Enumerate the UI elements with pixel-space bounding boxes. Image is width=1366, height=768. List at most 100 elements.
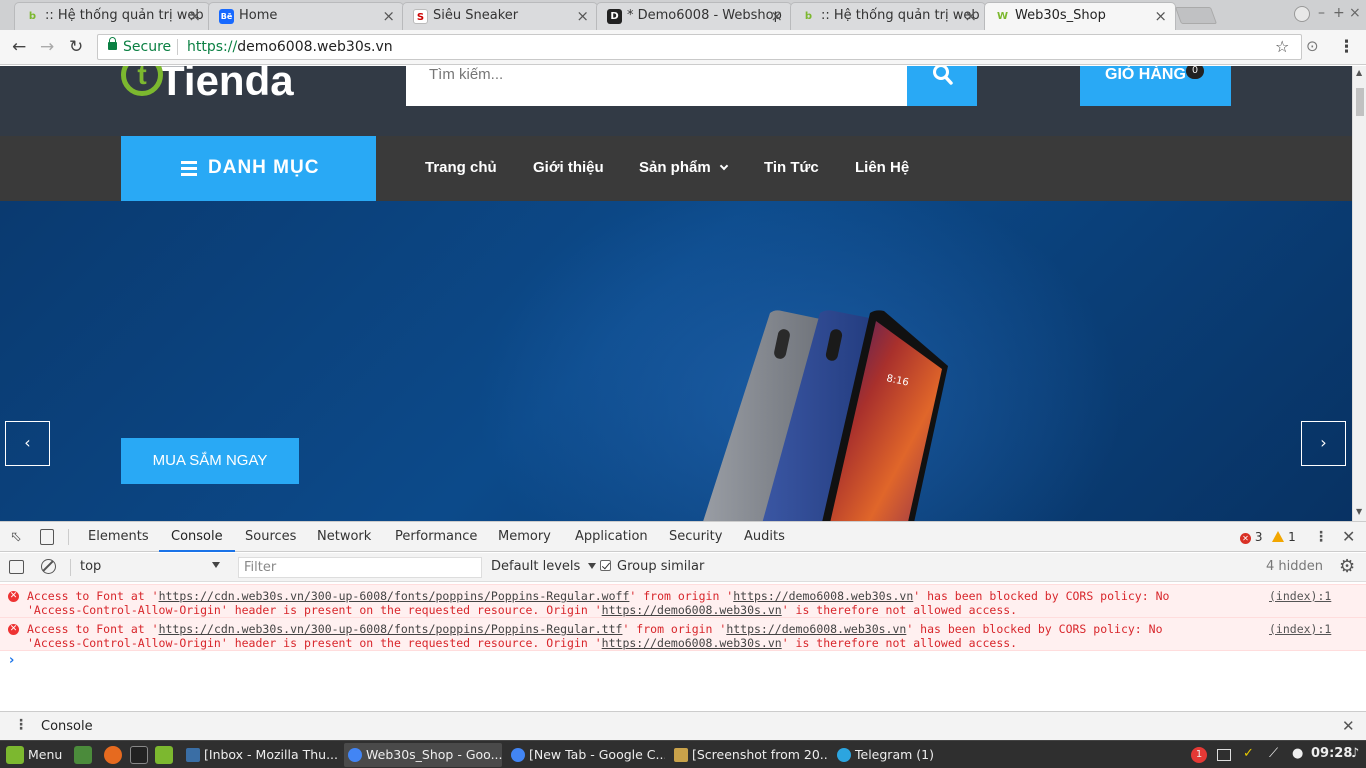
taskbar-window[interactable]: [Screenshot from 20... (670, 743, 828, 767)
tab-close-icon[interactable]: × (576, 3, 589, 29)
search-button[interactable] (907, 66, 977, 106)
tab-close-icon[interactable]: × (1154, 3, 1167, 29)
group-similar-checkbox[interactable] (600, 560, 611, 571)
log-levels-dropdown[interactable]: Default levels (491, 559, 597, 574)
error-icon: ✕ (8, 624, 19, 635)
device-toolbar-icon[interactable] (40, 529, 54, 545)
msg-text: 'Access-Control-Allow-Origin' header is … (27, 636, 602, 650)
tab-sources[interactable]: Sources (233, 522, 308, 552)
browser-tab[interactable]: Bē Home × (208, 2, 404, 30)
tab-console[interactable]: Console (159, 522, 235, 552)
back-icon[interactable]: ← (12, 37, 26, 57)
reload-icon[interactable]: ↻ (69, 37, 83, 57)
taskbar-window-active[interactable]: Web30s_Shop - Goo... (344, 743, 502, 767)
maximize-icon[interactable]: + (1333, 5, 1345, 21)
new-tab-button[interactable] (1174, 7, 1218, 24)
msg-link-font-url[interactable]: https://cdn.web30s.vn/300-up-6008/fonts/… (159, 622, 623, 636)
tab-title: :: Hệ thống quản trị web (821, 8, 980, 23)
notification-badge[interactable]: 1 (1191, 747, 1207, 763)
bookmark-star-icon[interactable]: ☆ (1275, 35, 1289, 59)
clear-console-icon[interactable] (41, 559, 56, 574)
tab-close-icon[interactable]: × (382, 3, 395, 29)
profile-icon[interactable] (1294, 6, 1310, 22)
tab-close-icon[interactable]: × (770, 3, 783, 29)
nav-news[interactable]: Tin Tức (764, 159, 819, 176)
firefox-icon[interactable] (104, 746, 122, 764)
search-box[interactable]: Tìm kiếm... (406, 66, 907, 106)
context-selector[interactable]: top (80, 559, 101, 574)
site-logo[interactable]: t Tienda (121, 66, 294, 106)
keyboard-icon[interactable] (1217, 749, 1231, 761)
slider-next-button[interactable]: › (1301, 421, 1346, 466)
search-input[interactable]: Tìm kiếm... (429, 66, 503, 84)
console-settings-gear-icon[interactable]: ⚙ (1339, 556, 1355, 577)
taskbar-window[interactable]: Telegram (1) (833, 743, 991, 767)
taskbar-window[interactable]: [Inbox - Mozilla Thu... (182, 743, 340, 767)
thunderbird-icon (186, 748, 200, 762)
nav-home[interactable]: Trang chủ (425, 159, 497, 176)
error-icon: ✕ (1240, 533, 1251, 544)
devtools-menu-icon[interactable]: ⋮ (1314, 529, 1328, 545)
secure-label: Secure (123, 39, 172, 55)
slider-prev-button[interactable]: ‹ (5, 421, 50, 466)
tab-network[interactable]: Network (305, 522, 383, 552)
msg-link-font-url[interactable]: https://cdn.web30s.vn/300-up-6008/fonts/… (159, 589, 630, 603)
message-source-link[interactable]: (index):1 (1269, 622, 1331, 636)
tab-close-icon[interactable]: × (188, 3, 201, 29)
camera-icon[interactable]: ⊙ (1306, 37, 1319, 55)
taskbar-window[interactable]: [New Tab - Google C... (507, 743, 665, 767)
browser-tab[interactable]: b :: Hệ thống quản trị web × (14, 2, 210, 30)
nav-about[interactable]: Giới thiệu (533, 159, 604, 176)
address-bar[interactable]: Secure https://demo6008.web30s.vn ☆ (97, 34, 1302, 60)
clock[interactable]: 09:28 (1311, 746, 1352, 761)
files-icon[interactable] (155, 746, 173, 764)
devtools-close-icon[interactable]: ✕ (1342, 527, 1355, 546)
url-text[interactable]: https://demo6008.web30s.vn (187, 35, 393, 59)
msg-link-origin[interactable]: https://demo6008.web30s.vn (726, 622, 906, 636)
cart-button[interactable]: GIỎ HÀNG 0 (1080, 66, 1231, 106)
shop-now-button[interactable]: MUA SẮM NGAY (121, 438, 299, 484)
inspect-element-icon[interactable]: ⬁ (10, 529, 22, 545)
tab-audits[interactable]: Audits (732, 522, 797, 552)
show-sidebar-icon[interactable] (9, 560, 24, 574)
browser-tab[interactable]: b :: Hệ thống quản trị web × (790, 2, 986, 30)
drawer-close-icon[interactable]: ✕ (1342, 717, 1355, 735)
msg-link-origin[interactable]: https://demo6008.web30s.vn (733, 589, 913, 603)
group-similar-toggle[interactable]: Group similar (600, 559, 704, 574)
browser-tab[interactable]: D * Demo6008 - Webshop × (596, 2, 792, 30)
forward-icon[interactable]: → (40, 37, 54, 57)
msg-link-origin[interactable]: https://demo6008.web30s.vn (602, 636, 782, 650)
browser-menu-icon[interactable]: ⋮ (1338, 37, 1355, 57)
network-icon[interactable]: ⟋ (1269, 746, 1278, 761)
close-window-icon[interactable]: × (1349, 5, 1361, 21)
user-icon[interactable]: ● (1292, 746, 1303, 761)
page-scrollbar[interactable]: ▲ ▼ (1352, 66, 1366, 521)
tab-elements[interactable]: Elements (76, 522, 161, 552)
issue-counter[interactable]: ✕ 3 1 (1240, 530, 1296, 544)
console-prompt[interactable]: › (9, 653, 14, 668)
browser-tab[interactable]: S Siêu Sneaker × (402, 2, 598, 30)
update-manager-icon[interactable]: ✓ (1243, 746, 1254, 761)
console-filter-input[interactable]: Filter (238, 557, 482, 578)
category-menu-button[interactable]: DANH MỤC (121, 136, 376, 201)
scrollbar-thumb[interactable] (1356, 88, 1364, 116)
browser-tab-active[interactable]: W Web30s_Shop × (984, 2, 1176, 30)
sound-icon[interactable]: ♪ (1351, 746, 1359, 761)
nav-products[interactable]: Sản phẩm (639, 159, 728, 176)
tab-application[interactable]: Application (563, 522, 660, 552)
minimize-icon[interactable]: – (1318, 5, 1325, 21)
drawer-menu-icon[interactable]: ⋮ (14, 717, 28, 733)
msg-link-origin[interactable]: https://demo6008.web30s.vn (602, 603, 782, 617)
tab-close-icon[interactable]: × (964, 3, 977, 29)
start-menu-button[interactable]: Menu (2, 743, 64, 767)
nav-contact[interactable]: Liên Hệ (855, 159, 909, 176)
scroll-up-icon[interactable]: ▲ (1356, 68, 1362, 77)
message-source-link[interactable]: (index):1 (1269, 589, 1331, 603)
tab-security[interactable]: Security (657, 522, 734, 552)
drawer-tab-console[interactable]: Console (41, 719, 93, 734)
tab-memory[interactable]: Memory (486, 522, 563, 552)
tab-performance[interactable]: Performance (383, 522, 489, 552)
terminal-icon[interactable] (130, 746, 148, 764)
show-desktop-icon[interactable] (74, 746, 92, 764)
scroll-down-icon[interactable]: ▼ (1356, 507, 1362, 516)
